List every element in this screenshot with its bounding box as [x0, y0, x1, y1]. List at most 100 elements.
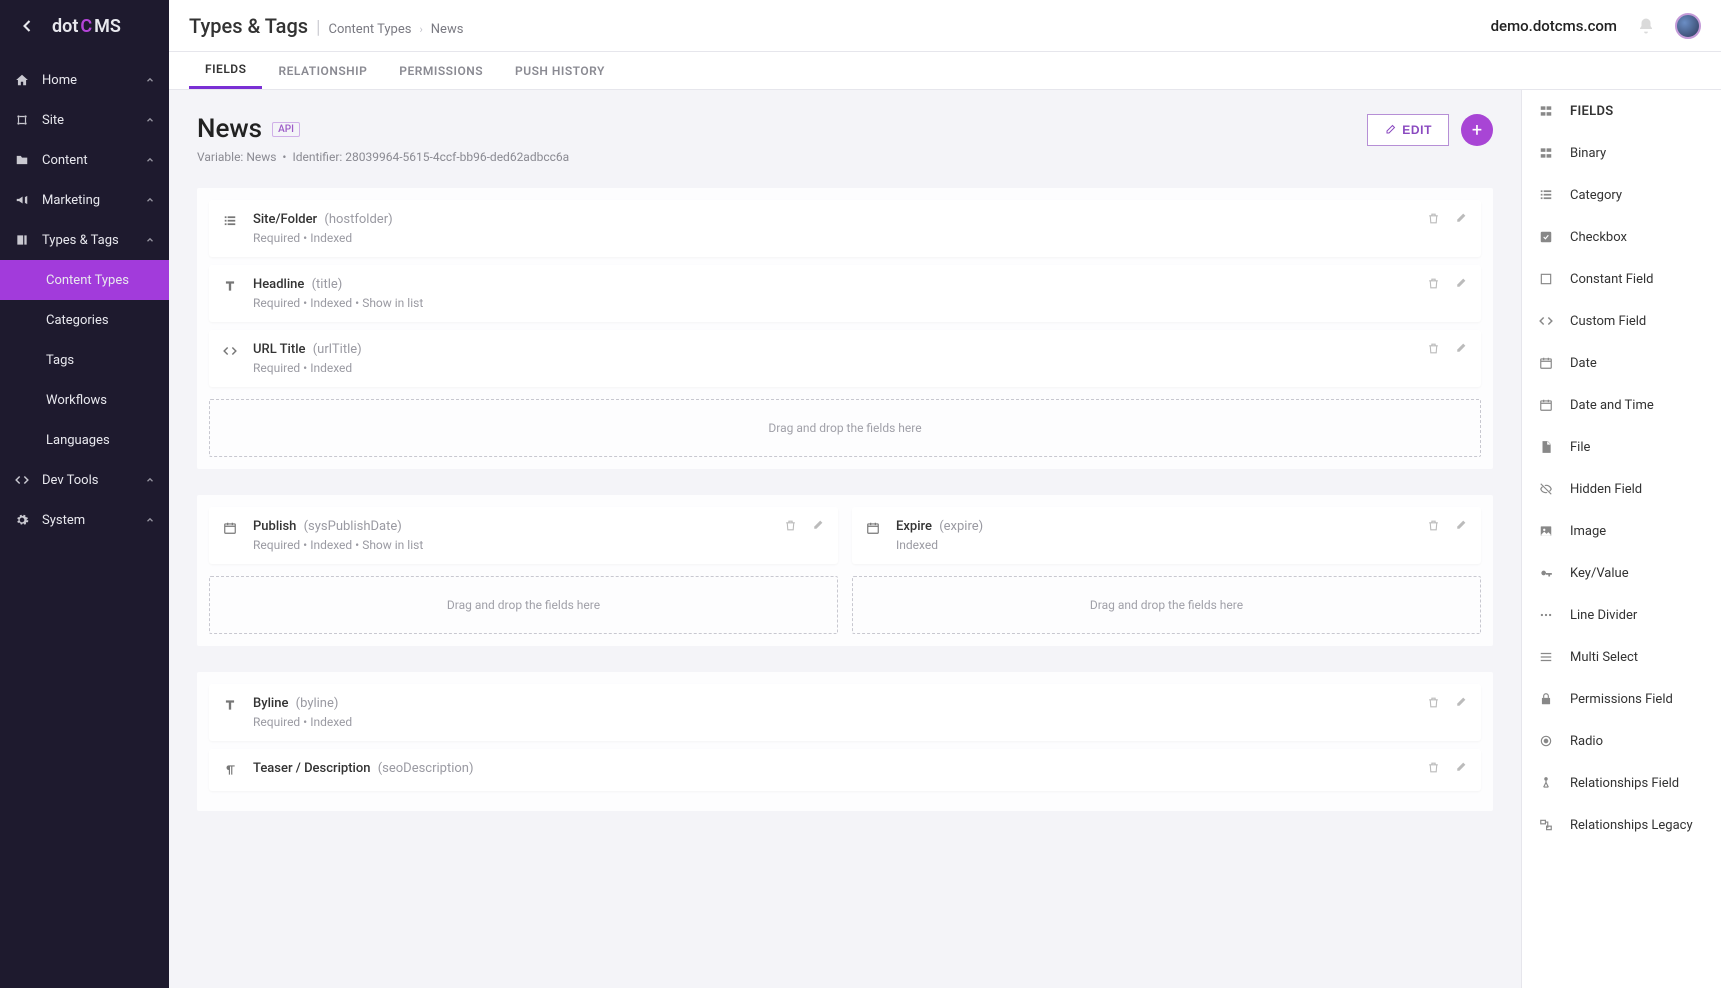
- domain-label[interactable]: demo.dotcms.com: [1491, 17, 1617, 35]
- tab-push-history[interactable]: PUSH HISTORY: [499, 52, 621, 89]
- relation2-icon: [1538, 817, 1554, 833]
- field-name: Site/Folder: [253, 212, 317, 227]
- field-row[interactable]: URL Title (urlTitle) Required • Indexed: [209, 330, 1481, 387]
- breadcrumb: Types & Tags | Content Types › News: [189, 14, 463, 38]
- palette-item-image[interactable]: Image: [1522, 510, 1721, 552]
- delete-field-button[interactable]: [1427, 696, 1440, 709]
- sidebar-item-label: Home: [42, 73, 77, 88]
- sidebar-item-content-types[interactable]: Content Types: [0, 260, 169, 300]
- tab-fields[interactable]: FIELDS: [189, 52, 262, 89]
- palette-item-file[interactable]: File: [1522, 426, 1721, 468]
- dropzone[interactable]: Drag and drop the fields here: [209, 399, 1481, 457]
- edit-field-button[interactable]: [1454, 519, 1467, 532]
- api-badge[interactable]: API: [272, 122, 300, 137]
- palette-item-label: File: [1570, 440, 1590, 455]
- bell-icon[interactable]: [1637, 17, 1655, 35]
- sidebar-item-system[interactable]: System: [0, 500, 169, 540]
- square-icon: [1538, 271, 1554, 287]
- breadcrumb-sep: |: [316, 17, 320, 38]
- bullhorn-icon: [14, 192, 30, 208]
- chevron-up-icon: [145, 195, 155, 205]
- edit-field-button[interactable]: [1454, 342, 1467, 355]
- edit-field-button[interactable]: [1454, 761, 1467, 774]
- hidden-icon: [1538, 481, 1554, 497]
- text-icon: [223, 698, 239, 714]
- delete-field-button[interactable]: [1427, 342, 1440, 355]
- folder-icon: [14, 152, 30, 168]
- avatar[interactable]: [1675, 13, 1701, 39]
- breadcrumb-news[interactable]: News: [431, 22, 464, 37]
- dropzone[interactable]: Drag and drop the fields here: [209, 576, 838, 634]
- gear-icon: [14, 512, 30, 528]
- chevron-up-icon: [145, 115, 155, 125]
- checkbox-icon: [1538, 229, 1554, 245]
- delete-field-button[interactable]: [1427, 212, 1440, 225]
- field-attrs: Required • Indexed: [253, 361, 1419, 375]
- palette-item-binary[interactable]: Binary: [1522, 132, 1721, 174]
- sidebar-item-site[interactable]: Site: [0, 100, 169, 140]
- palette-item-label: Constant Field: [1570, 272, 1653, 287]
- field-name: URL Title: [253, 342, 305, 357]
- sidebar-item-languages[interactable]: Languages: [0, 420, 169, 460]
- palette-item-line-divider[interactable]: Line Divider: [1522, 594, 1721, 636]
- home-icon: [14, 72, 30, 88]
- field-row[interactable]: Expire (expire)Indexed: [852, 507, 1481, 564]
- sidebar-item-categories[interactable]: Categories: [0, 300, 169, 340]
- field-row[interactable]: Site/Folder (hostfolder)Required • Index…: [209, 200, 1481, 257]
- palette-item-radio[interactable]: Radio: [1522, 720, 1721, 762]
- palette-item-hidden-field[interactable]: Hidden Field: [1522, 468, 1721, 510]
- palette-item-label: Line Divider: [1570, 608, 1637, 623]
- palette-item-multi-select[interactable]: Multi Select: [1522, 636, 1721, 678]
- edit-button[interactable]: EDIT: [1367, 114, 1449, 146]
- edit-field-button[interactable]: [1454, 277, 1467, 290]
- sidebar-item-dev-tools[interactable]: Dev Tools: [0, 460, 169, 500]
- sidebar-item-types-tags[interactable]: Types & Tags: [0, 220, 169, 260]
- palette-item-category[interactable]: Category: [1522, 174, 1721, 216]
- logo[interactable]: dotCMS: [52, 16, 121, 37]
- palette-item-date-and-time[interactable]: Date and Time: [1522, 384, 1721, 426]
- palette-item-date[interactable]: Date: [1522, 342, 1721, 384]
- radio-icon: [1538, 733, 1554, 749]
- delete-field-button[interactable]: [1427, 277, 1440, 290]
- delete-field-button[interactable]: [1427, 761, 1440, 774]
- sidebar-item-label: Content: [42, 153, 88, 168]
- field-attrs: Indexed: [896, 538, 1419, 552]
- field-row[interactable]: Teaser / Description (seoDescription): [209, 749, 1481, 791]
- edit-field-button[interactable]: [1454, 696, 1467, 709]
- edit-field-button[interactable]: [811, 519, 824, 532]
- sidebar-item-workflows[interactable]: Workflows: [0, 380, 169, 420]
- tab-relationship[interactable]: RELATIONSHIP: [262, 52, 383, 89]
- back-button[interactable]: [14, 13, 40, 39]
- palette-item-label: Date: [1570, 356, 1597, 371]
- add-button[interactable]: +: [1461, 114, 1493, 146]
- edit-field-button[interactable]: [1454, 212, 1467, 225]
- palette-item-label: Checkbox: [1570, 230, 1627, 245]
- field-row[interactable]: Headline (title)Required • Indexed • Sho…: [209, 265, 1481, 322]
- palette-item-relationships-field[interactable]: Relationships Field: [1522, 762, 1721, 804]
- palette-item-permissions-field[interactable]: Permissions Field: [1522, 678, 1721, 720]
- tab-permissions[interactable]: PERMISSIONS: [383, 52, 499, 89]
- breadcrumb-ct[interactable]: Content Types: [329, 22, 412, 37]
- field-var: (urlTitle): [313, 342, 362, 357]
- palette-item-key-value[interactable]: Key/Value: [1522, 552, 1721, 594]
- field-attrs: Required • Indexed • Show in list: [253, 296, 1419, 310]
- palette-item-checkbox[interactable]: Checkbox: [1522, 216, 1721, 258]
- sidebar-item-content[interactable]: Content: [0, 140, 169, 180]
- sidebar-item-home[interactable]: Home: [0, 60, 169, 100]
- delete-field-button[interactable]: [784, 519, 797, 532]
- field-row[interactable]: Byline (byline)Required • Indexed: [209, 684, 1481, 741]
- chevron-up-icon: [145, 515, 155, 525]
- field-var: (sysPublishDate): [304, 519, 402, 534]
- file-icon: [1538, 439, 1554, 455]
- sidebar-item-label: Categories: [46, 313, 109, 328]
- palette-item-constant-field[interactable]: Constant Field: [1522, 258, 1721, 300]
- dropzone[interactable]: Drag and drop the fields here: [852, 576, 1481, 634]
- sidebar-item-tags[interactable]: Tags: [0, 340, 169, 380]
- palette-item-custom-field[interactable]: Custom Field: [1522, 300, 1721, 342]
- field-row[interactable]: Publish (sysPublishDate)Required • Index…: [209, 507, 838, 564]
- calendar-icon: [1538, 397, 1554, 413]
- field-name: Expire: [896, 519, 932, 534]
- palette-item-relationships-legacy[interactable]: Relationships Legacy: [1522, 804, 1721, 846]
- delete-field-button[interactable]: [1427, 519, 1440, 532]
- sidebar-item-marketing[interactable]: Marketing: [0, 180, 169, 220]
